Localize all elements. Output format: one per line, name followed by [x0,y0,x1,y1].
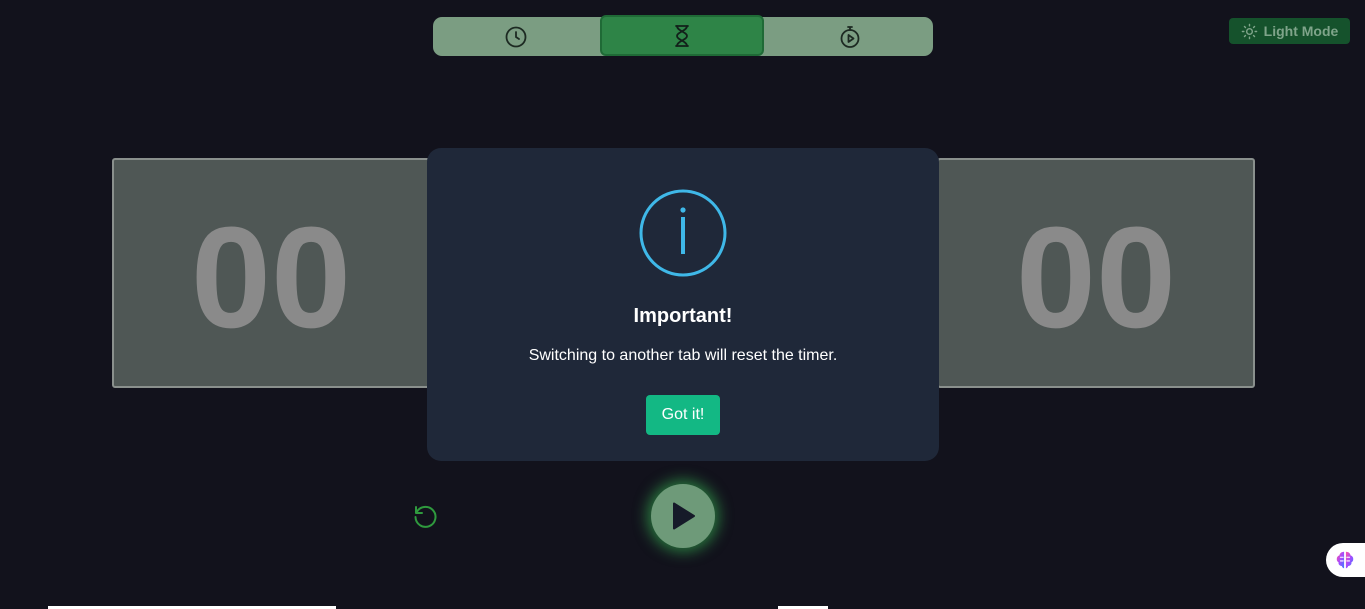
tab-clock[interactable] [433,17,599,56]
play-icon [673,502,695,530]
timer-page: Light Mode 00 00 Important! Switching to… [0,0,1365,609]
mode-tab-bar [433,15,933,56]
hourglass-icon [675,24,689,47]
minutes-display[interactable]: 00 [112,158,430,388]
reset-button[interactable] [411,502,439,530]
stopwatch-icon [840,25,860,48]
seconds-digits: 00 [1015,197,1177,358]
tab-stopwatch[interactable] [767,17,933,56]
important-modal: Important! Switching to another tab will… [427,148,939,461]
reset-icon [414,505,437,528]
light-mode-toggle[interactable]: Light Mode [1229,18,1350,44]
modal-message: Switching to another tab will reset the … [528,347,838,364]
play-button[interactable] [651,484,715,548]
seconds-display[interactable]: 00 [937,158,1255,388]
modal-title: Important! [633,305,733,327]
sun-icon [1241,23,1257,39]
tab-timer[interactable] [600,15,764,56]
assistant-widget-button[interactable] [1326,543,1365,577]
light-mode-label: Light Mode [1263,23,1339,39]
brain-icon [1336,551,1354,569]
info-icon [639,189,727,277]
got-it-button[interactable]: Got it! [646,395,720,435]
clock-icon [505,26,527,47]
minutes-digits: 00 [190,197,352,358]
